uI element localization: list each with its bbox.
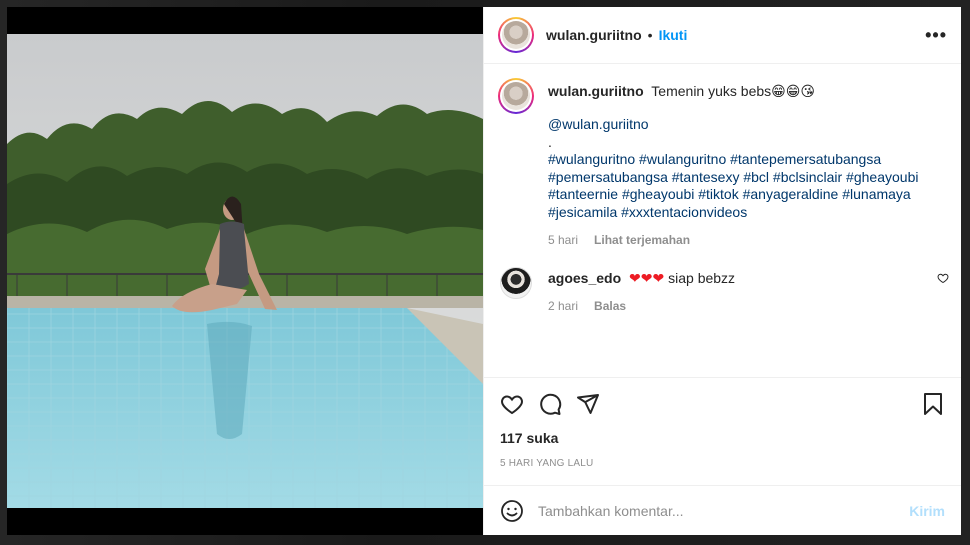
post-modal: wulan.guriitno • Ikuti ••• wulan.guriitn… <box>7 7 961 535</box>
caption-username[interactable]: wulan.guriitno <box>548 83 644 99</box>
hashtag-line[interactable]: #pemersatubangsa #tantesexy #bcl #bclsin… <box>548 169 945 187</box>
share-send-icon[interactable] <box>576 392 600 416</box>
reply-button[interactable]: Balas <box>594 297 626 315</box>
like-comment-heart-icon[interactable] <box>937 272 949 284</box>
hashtag-line[interactable]: #tanteernie #gheayoubi #tiktok #anyagera… <box>548 186 945 204</box>
heart-emojis: ❤❤❤ <box>629 270 665 286</box>
header-separator: • <box>647 27 653 43</box>
post-actions: 117 suka 5 HARI YANG LALU <box>484 377 961 485</box>
hashtag-line[interactable]: #jesicamila #xxxtentacionvideos <box>548 204 945 222</box>
commenter-username[interactable]: agoes_edo <box>548 270 621 286</box>
caption-text: Temenin yuks bebs😁😁😘 <box>651 83 815 99</box>
post-header: wulan.guriitno • Ikuti ••• <box>484 7 961 64</box>
comments-section: wulan.guriitno Temenin yuks bebs😁😁😘 @wul… <box>484 64 961 377</box>
author-username[interactable]: wulan.guriitno <box>546 27 642 43</box>
comment-input[interactable] <box>538 502 910 519</box>
post-timestamp: 5 HARI YANG LALU <box>500 458 594 469</box>
comment-text: siap bebzz <box>668 270 736 286</box>
comment-bubble-icon[interactable] <box>538 392 562 416</box>
post-comment-button[interactable]: Kirim <box>909 503 945 519</box>
comment-time[interactable]: 2 hari <box>548 297 578 315</box>
caption: wulan.guriitno Temenin yuks bebs😁😁😘 @wul… <box>498 78 945 249</box>
post-photo[interactable] <box>7 34 483 508</box>
post-panel: wulan.guriitno • Ikuti ••• wulan.guriitn… <box>483 7 961 535</box>
pool-photo-image <box>7 34 483 508</box>
likes-count[interactable]: 117 suka <box>500 430 945 446</box>
save-bookmark-icon[interactable] <box>921 392 945 416</box>
commenter-avatar[interactable] <box>500 267 532 299</box>
like-heart-icon[interactable] <box>500 392 524 416</box>
emoji-icon[interactable] <box>500 499 524 523</box>
author-avatar[interactable] <box>498 17 534 53</box>
caption-time[interactable]: 5 hari <box>548 231 578 249</box>
caption-avatar-image <box>502 82 530 110</box>
comment-item: agoes_edo ❤❤❤ siap bebzz 2 hari Balas <box>498 267 945 315</box>
more-options-icon[interactable]: ••• <box>925 25 947 46</box>
caption-mention[interactable]: @wulan.guriitno <box>548 116 945 134</box>
author-avatar-image <box>502 21 530 49</box>
hashtag-line[interactable]: #wulanguritno #wulanguritno #tantepemers… <box>548 151 945 169</box>
add-comment-bar: Kirim <box>484 485 961 535</box>
caption-period: . <box>548 133 552 150</box>
caption-avatar[interactable] <box>498 78 534 114</box>
follow-button[interactable]: Ikuti <box>659 27 688 43</box>
translate-link[interactable]: Lihat terjemahan <box>594 231 690 249</box>
post-media <box>7 7 483 535</box>
